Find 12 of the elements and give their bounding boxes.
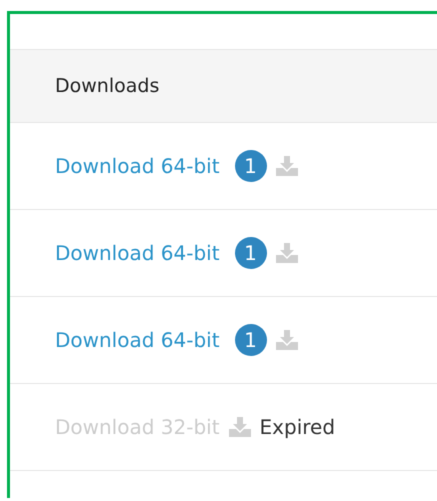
download-icon[interactable] <box>276 156 298 176</box>
download-link[interactable]: Download 64-bit <box>55 241 220 265</box>
download-icon[interactable] <box>228 417 251 437</box>
status-text: Expired <box>260 415 336 439</box>
count-badge: 1 <box>234 324 267 356</box>
download-icon[interactable] <box>276 243 298 263</box>
count-badge: 1 <box>234 237 267 269</box>
download-link[interactable]: Download 64-bit <box>55 154 220 178</box>
count-badge: 1 <box>234 150 267 182</box>
download-icon[interactable] <box>276 330 298 350</box>
column-header: Downloads <box>55 75 160 97</box>
download-link[interactable]: Download 64-bit <box>55 328 220 352</box>
